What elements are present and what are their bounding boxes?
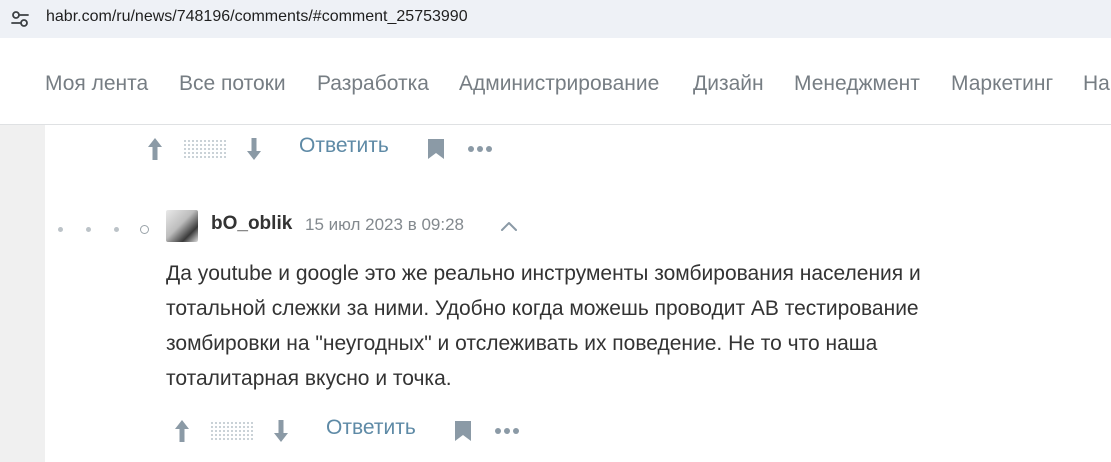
upvote-arrow-icon[interactable]: [146, 136, 164, 162]
thread-left-rail: [0, 125, 45, 462]
comment-line: тоталитарная вкусно и точка.: [166, 367, 452, 390]
thread-level-dots-icon: [58, 225, 158, 235]
nav-item-design[interactable]: Дизайн: [693, 72, 764, 96]
comment-timestamp[interactable]: 15 июл 2023 в 09:28: [305, 215, 464, 235]
habr-flows-nav: Моя лента Все потоки Разработка Админист…: [0, 38, 1111, 125]
nav-item-management[interactable]: Менеджмент: [794, 72, 920, 96]
comment-author[interactable]: bO_oblik: [211, 213, 292, 235]
more-dots-icon[interactable]: [468, 144, 496, 154]
comment-line: зомбировки на "неугодных" и отслеживать …: [166, 332, 878, 355]
reply-button[interactable]: Ответить: [326, 416, 416, 440]
chevron-up-icon[interactable]: [499, 219, 519, 233]
url-field[interactable]: habr.com/ru/news/748196/comments/#commen…: [0, 0, 1111, 38]
upvote-arrow-icon[interactable]: [173, 418, 191, 444]
tune-icon[interactable]: [10, 9, 30, 29]
browser-address-bar: habr.com/ru/news/748196/comments/#commen…: [0, 0, 1111, 38]
avatar[interactable]: [166, 210, 198, 242]
comment-actions: Ответить: [172, 416, 532, 448]
nav-item-my-feed[interactable]: Моя лента: [45, 72, 148, 96]
bookmark-icon[interactable]: [427, 138, 445, 160]
downvote-arrow-icon[interactable]: [245, 136, 263, 162]
nav-item-marketing[interactable]: Маркетинг: [951, 72, 1053, 96]
nav-item-all-flows[interactable]: Все потоки: [179, 72, 286, 96]
reply-button[interactable]: Ответить: [299, 134, 389, 158]
nav-item-truncated[interactable]: На: [1083, 72, 1110, 96]
comment-line: Да youtube и google это же реально инстр…: [166, 262, 921, 285]
prev-comment-actions: Ответить: [145, 134, 505, 166]
comment-line: тотальной слежки за ними. Удобно когда м…: [166, 297, 919, 320]
more-dots-icon[interactable]: [495, 426, 523, 436]
nav-item-development[interactable]: Разработка: [317, 72, 429, 96]
bookmark-icon[interactable]: [454, 420, 472, 442]
nav-item-administration[interactable]: Администрирование: [459, 72, 659, 96]
url-text[interactable]: habr.com/ru/news/748196/comments/#commen…: [46, 8, 468, 26]
downvote-arrow-icon[interactable]: [272, 418, 290, 444]
score-placeholder: [183, 139, 227, 159]
comment-body: Да youtube и google это же реально инстр…: [166, 256, 1046, 396]
score-placeholder: [210, 421, 254, 441]
